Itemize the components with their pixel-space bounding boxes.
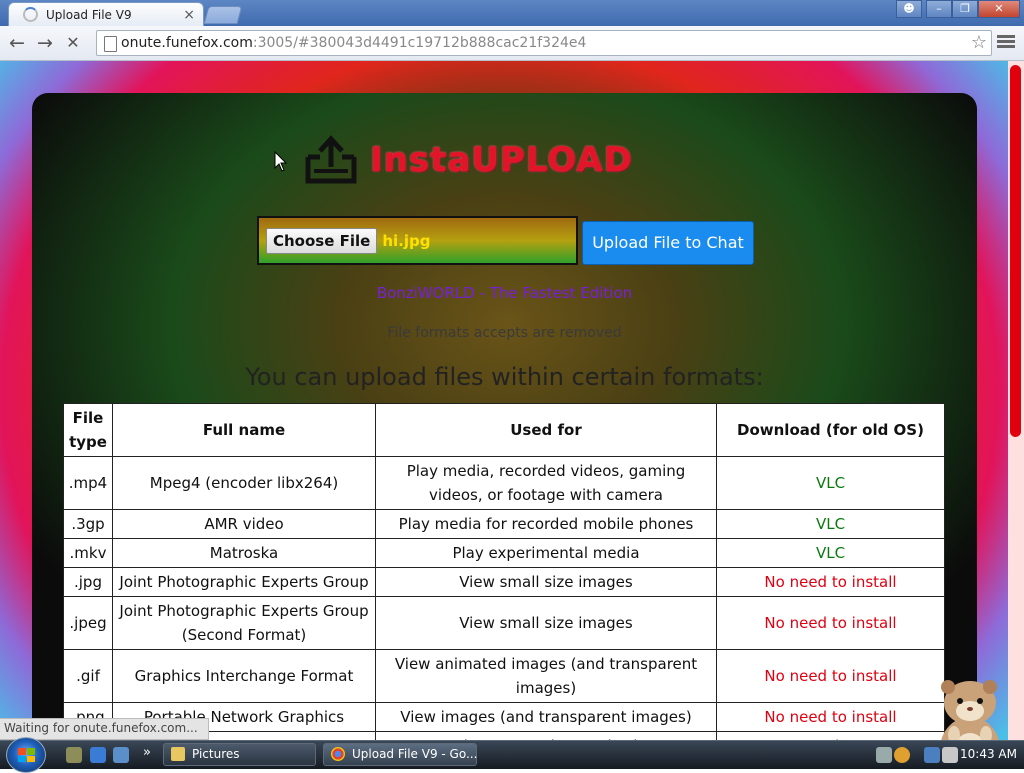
address-bar[interactable]: onute.funefox.com:3005/#380043d4491c1971… [96,30,992,56]
browser-titlebar: Upload File V9 × ☻ – ❐ ✕ [0,0,1024,26]
windows-taskbar: » Pictures Upload File V9 - Go... 10:43 … [0,737,1024,773]
page-icon [104,36,117,52]
user-profile-icon[interactable]: ☻ [896,0,922,18]
cell-file-type: .3gp [63,509,113,539]
maximize-button[interactable]: ❐ [952,0,978,18]
menu-icon[interactable] [997,33,1015,53]
new-tab-button[interactable] [203,6,243,24]
windows-logo-icon [18,748,35,762]
cell-file-type: .mkv [63,538,113,568]
table-row: .mp4 Mpeg4 (encoder libx264) Play media, r… [63,456,945,510]
cell-full-name: Joint Photographic Experts Group (Second… [112,596,376,650]
tab-title: Upload File V9 [46,7,132,22]
table-row: .mkv Matroska Play experimental media VLC [63,538,945,568]
back-button[interactable]: ← [6,32,28,54]
cell-file-type: .jpg [63,567,113,597]
mouse-cursor-icon [274,151,288,172]
taskbar-item-label: Pictures [192,747,240,761]
cell-full-name: Mpeg4 (encoder libx264) [112,456,376,510]
cell-file-type: .jpeg [63,596,113,650]
vertical-scrollbar[interactable] [1008,61,1024,740]
cell-used-for: Useless extracting or viewing [375,731,717,740]
cell-download[interactable]: 7-zip [716,731,945,740]
minimize-button[interactable]: – [926,0,952,18]
quicklaunch-browser-icon[interactable] [90,747,106,763]
hamster-mascot-image [941,680,999,740]
logo-text: InstaUPLOAD [370,140,633,180]
volume-tray-icon[interactable] [942,747,958,763]
column-header-used-for: Used for [375,403,717,457]
cell-used-for: Play media, recorded videos, gaming vide… [375,456,717,510]
search-tray-icon[interactable] [894,747,910,763]
url-path: :3005/#380043d4491c19712b888cac21f324e4 [252,35,587,51]
taskbar-clock[interactable]: 10:43 AM [960,747,1017,761]
cell-file-type: .mp4 [63,456,113,510]
stop-button[interactable]: ✕ [62,32,84,54]
cell-full-name: Matroska [112,538,376,568]
taskbar-item-label: Upload File V9 - Go... [352,747,478,761]
cell-download[interactable]: No need to install [716,567,945,597]
selected-file-name: hi.jpg [382,231,431,250]
cell-full-name: Joint Photographic Experts Group [112,567,376,597]
page-viewport: InstaUPLOAD Choose File hi.jpg Upload Fi… [0,61,1008,740]
taskbar-item-browser[interactable]: Upload File V9 - Go... [323,743,477,766]
cell-download[interactable]: No need to install [716,702,945,732]
quicklaunch-tools-icon[interactable] [66,747,82,763]
column-header-full-name: Full name [112,403,376,457]
cell-full-name: AMR video [112,509,376,539]
tab-close-icon[interactable]: × [183,7,195,23]
file-input[interactable]: Choose File hi.jpg [257,216,578,265]
upload-file-button[interactable]: Upload File to Chat [582,221,754,265]
quicklaunch-more-icon[interactable]: » [143,745,151,760]
cell-file-type: .gif [63,649,113,703]
folder-icon [171,747,185,761]
connection-tray-icon[interactable] [924,747,940,763]
cell-download[interactable]: VLC [716,509,945,539]
column-header-download: Download (for old OS) [716,403,945,457]
url-text[interactable]: onute.funefox.com:3005/#380043d4491c1971… [121,35,586,51]
formats-heading: You can upload files within certain form… [245,363,764,391]
cell-used-for: Play experimental media [375,538,717,568]
upload-icon [305,135,357,184]
scrollbar-thumb[interactable] [1010,65,1021,437]
cell-download[interactable]: No need to install [716,596,945,650]
choose-file-button[interactable]: Choose File [266,227,378,254]
browser-toolbar: ← → ✕ onute.funefox.com:3005/#380043d449… [0,26,1024,61]
table-row: .jpg Joint Photographic Experts Group View… [63,567,945,597]
loading-spinner-icon [23,7,38,22]
taskbar-item-pictures[interactable]: Pictures [163,743,316,766]
browser-tab[interactable]: Upload File V9 × [8,2,204,26]
cell-used-for: View images (and transparent images) [375,702,717,732]
site-logo: InstaUPLOAD [304,135,633,185]
table-header-row: File type Full name Used for Download (f… [63,403,945,457]
bookmark-star-icon[interactable]: ☆ [971,32,987,53]
cell-used-for: Play media for recorded mobile phones [375,509,717,539]
cell-used-for: View small size images [375,596,717,650]
column-header-file-type: File type [63,403,113,457]
cell-download[interactable]: VLC [716,456,945,510]
main-panel: InstaUPLOAD Choose File hi.jpg Upload Fi… [32,93,977,740]
url-host: onute.funefox.com [121,35,253,51]
cell-download[interactable]: No need to install [716,649,945,703]
cell-download[interactable]: VLC [716,538,945,568]
network-tray-icon[interactable] [876,747,892,763]
table-row: .jpeg Joint Photographic Experts Group (S… [63,596,945,650]
show-desktop-icon[interactable] [113,747,129,763]
chrome-icon [331,747,345,761]
close-window-button[interactable]: ✕ [978,0,1020,18]
cell-used-for: View small size images [375,567,717,597]
table-row: .3gp AMR video Play media for recorded mob… [63,509,945,539]
site-subtitle: BonziWORLD - The Fastest Edition [376,284,633,302]
formats-note: File formats accepts are removed [387,325,622,341]
table-row: .gif Graphics Interchange Format View anim… [63,649,945,703]
cell-full-name: Graphics Interchange Format [112,649,376,703]
forward-button[interactable]: → [34,32,56,54]
cell-used-for: View animated images (and transparent im… [375,649,717,703]
formats-table: File type Full name Used for Download (f… [63,403,945,740]
